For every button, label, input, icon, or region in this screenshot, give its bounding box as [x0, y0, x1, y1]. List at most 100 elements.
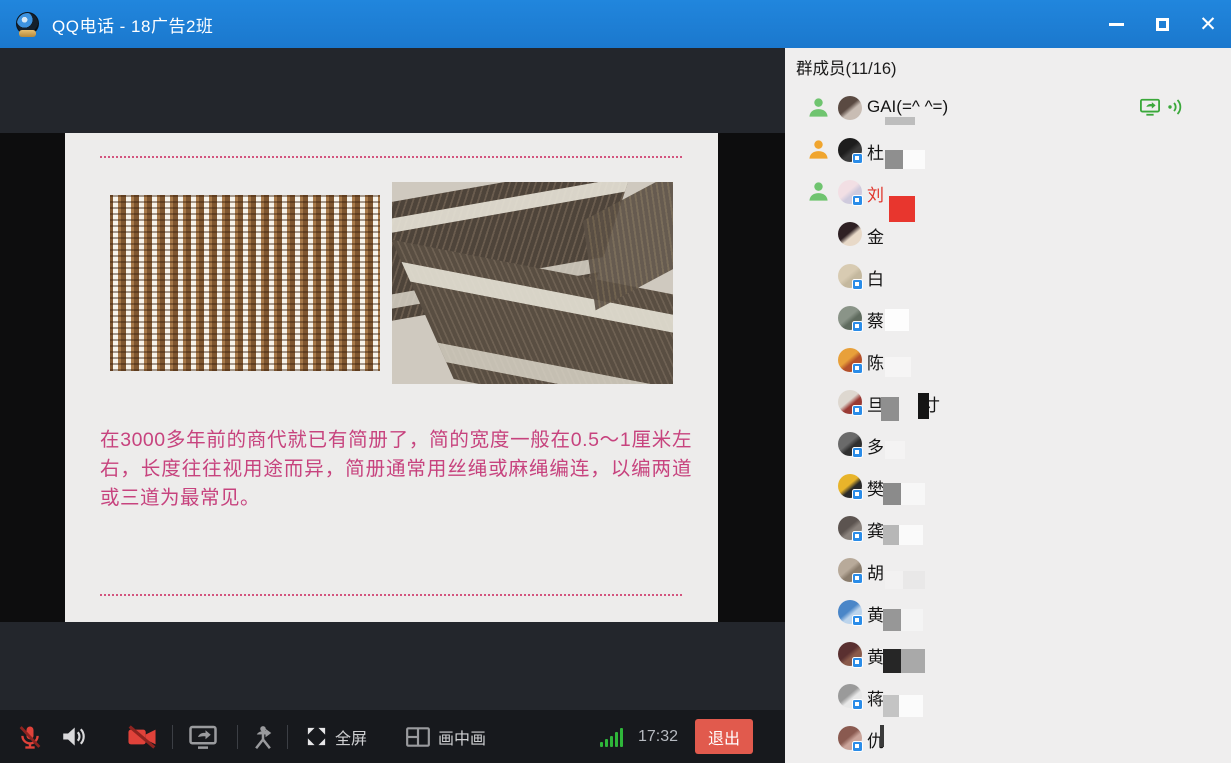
- camera-badge-icon: [852, 447, 863, 458]
- exit-call-button[interactable]: 退出: [695, 719, 753, 754]
- member-row[interactable]: 龚: [785, 507, 1231, 549]
- in-call-person-icon: [807, 96, 830, 119]
- member-row[interactable]: 蒋: [785, 675, 1231, 717]
- close-button[interactable]: ✕: [1185, 0, 1231, 48]
- screen-share-icon: [188, 723, 218, 751]
- camera-badge-icon: [852, 321, 863, 332]
- censored-name-block: [881, 397, 899, 421]
- pip-button[interactable]: 画中画: [405, 710, 486, 763]
- member-row[interactable]: GAI(=^ ^=): [785, 87, 1231, 129]
- maximize-button[interactable]: [1139, 0, 1185, 48]
- censored-name-block: [901, 483, 925, 505]
- censored-name-block: [885, 150, 903, 169]
- avatar: [838, 222, 862, 246]
- presentation-share-icon: [248, 723, 278, 751]
- member-row[interactable]: 杜: [785, 129, 1231, 171]
- censored-name-block: [903, 571, 925, 589]
- member-row[interactable]: 白: [785, 255, 1231, 297]
- slide-bottom-dotted-rule: [100, 594, 682, 596]
- close-icon: ✕: [1199, 14, 1217, 35]
- censored-name-block: [885, 571, 903, 589]
- censored-name-block: [883, 483, 901, 505]
- member-row[interactable]: 陈: [785, 339, 1231, 381]
- presentation-slide: 在3000多年前的商代就已有简册了，简的宽度一般在0.5～1厘米左右，长度往往视…: [65, 133, 718, 622]
- camera-badge-icon: [852, 405, 863, 416]
- fullscreen-icon: [305, 725, 328, 748]
- member-name: 黄: [867, 643, 884, 668]
- member-name: 杜: [867, 139, 884, 164]
- camera-badge-icon: [852, 195, 863, 206]
- member-name: 黄: [867, 601, 884, 626]
- speaker-button[interactable]: [59, 710, 88, 763]
- toolbar-divider: [172, 725, 173, 749]
- bamboo-books-photo: [392, 182, 673, 384]
- member-row[interactable]: 黄: [785, 591, 1231, 633]
- censored-name-block: [883, 649, 901, 673]
- member-row[interactable]: 胡: [785, 549, 1231, 591]
- group-members-header: 群成员(11/16): [796, 55, 897, 79]
- minimize-button[interactable]: [1093, 0, 1139, 48]
- member-row[interactable]: 黄: [785, 633, 1231, 675]
- camera-badge-icon: [852, 615, 863, 626]
- signal-bars-icon: [600, 727, 623, 747]
- camera-badge-icon: [852, 153, 863, 164]
- minimize-icon: [1109, 23, 1124, 26]
- fullscreen-label: 全屏: [335, 725, 367, 749]
- censored-name-block: [880, 725, 884, 747]
- camera-badge-icon: [852, 489, 863, 500]
- window-title: QQ电话 - 18广告2班: [52, 12, 213, 37]
- censored-name-block: [899, 525, 923, 545]
- qq-call-window: QQ电话 - 18广告2班 ✕ 在3000多年前的商代就已有简册了，简的宽度一般…: [0, 0, 1231, 763]
- camera-badge-icon: [852, 741, 863, 752]
- member-row[interactable]: 蔡: [785, 297, 1231, 339]
- picture-in-picture-icon: [405, 725, 431, 749]
- presentation-share-button[interactable]: [248, 710, 278, 763]
- slide-top-dotted-rule: [100, 156, 682, 158]
- camera-off-button[interactable]: [126, 710, 158, 763]
- camera-off-icon: [126, 723, 158, 751]
- in-call-person-icon: [807, 180, 830, 203]
- member-row[interactable]: 旦 寸: [785, 381, 1231, 423]
- speaker-icon: [59, 722, 88, 751]
- screen-share-button[interactable]: [188, 710, 218, 763]
- avatar: [838, 96, 862, 120]
- censored-name-block: [883, 609, 901, 631]
- member-name: 陈: [867, 349, 884, 374]
- shared-screen-stage: 在3000多年前的商代就已有简册了，简的宽度一般在0.5～1厘米左右，长度往往视…: [0, 48, 785, 763]
- fullscreen-button[interactable]: 全屏: [305, 710, 367, 763]
- signal-indicator: [600, 710, 623, 763]
- toolbar-divider: [237, 725, 238, 749]
- in-call-person-icon: [807, 138, 830, 161]
- member-row[interactable]: 刘: [785, 171, 1231, 213]
- camera-badge-icon: [852, 531, 863, 542]
- bamboo-slips-photo: [100, 183, 390, 383]
- mute-mic-button[interactable]: [16, 710, 44, 763]
- censored-name-block: [883, 695, 899, 717]
- member-name: 刘: [867, 181, 884, 206]
- member-name: 白: [867, 265, 884, 290]
- member-row[interactable]: 多: [785, 423, 1231, 465]
- censored-name-block: [885, 309, 909, 331]
- maximize-icon: [1156, 18, 1169, 31]
- titlebar: QQ电话 - 18广告2班 ✕: [0, 0, 1231, 48]
- member-row[interactable]: 樊: [785, 465, 1231, 507]
- member-name: 胡: [867, 559, 884, 584]
- censored-name-block: [885, 117, 915, 125]
- member-name-suffix: 寸: [923, 391, 940, 416]
- member-name: 金: [867, 223, 884, 248]
- camera-badge-icon: [852, 657, 863, 668]
- call-toolbar: 全屏 画中画 17:32 退出: [0, 710, 785, 763]
- member-row[interactable]: 仇: [785, 717, 1231, 759]
- speaking-volume-icon: [1166, 97, 1184, 117]
- member-name: 龚: [867, 517, 884, 542]
- censored-name-block: [901, 609, 923, 631]
- member-name: 蒋: [867, 685, 884, 710]
- member-list: GAI(=^ ^=) 杜: [785, 87, 1231, 759]
- censored-name-block: [885, 357, 911, 377]
- censored-name-block: [903, 150, 925, 169]
- slide-caption-text: 在3000多年前的商代就已有简册了，简的宽度一般在0.5～1厘米左右，长度往往视…: [100, 426, 692, 513]
- member-row[interactable]: 金: [785, 213, 1231, 255]
- member-name: 多: [867, 433, 884, 458]
- microphone-muted-icon: [16, 722, 44, 752]
- censored-name-block: [883, 525, 899, 545]
